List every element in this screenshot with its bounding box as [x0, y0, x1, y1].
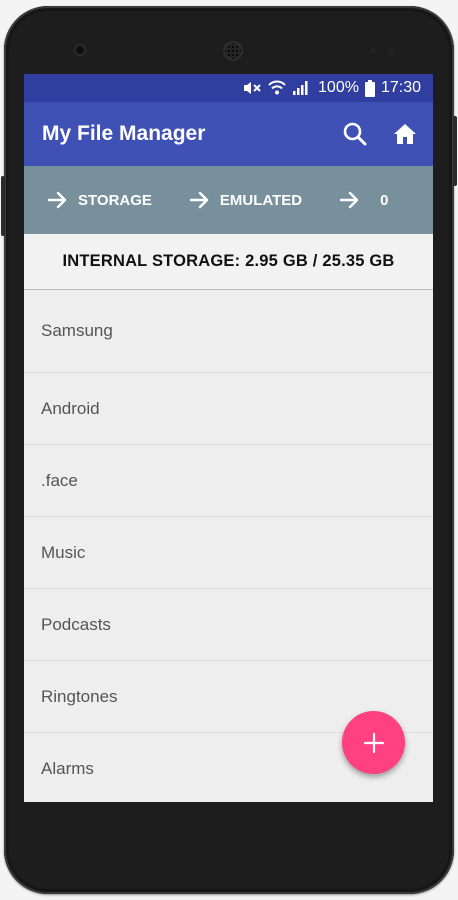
list-item[interactable]: Podcasts [24, 589, 433, 661]
plus-icon [363, 732, 384, 753]
power-button [1, 176, 5, 236]
search-button[interactable] [333, 112, 377, 156]
app-title: My File Manager [42, 122, 206, 145]
list-item[interactable]: Music [24, 517, 433, 589]
mute-icon [242, 80, 262, 96]
home-button[interactable] [383, 112, 427, 156]
breadcrumb-label: EMULATED [219, 191, 303, 209]
home-icon [394, 124, 416, 144]
search-icon [343, 122, 367, 146]
arrow-right-icon [340, 191, 359, 209]
list-item[interactable]: Android [24, 373, 433, 445]
clock: 17:30 [380, 79, 421, 96]
front-camera [74, 44, 86, 56]
breadcrumb-item-emulated[interactable]: EMULATED [189, 191, 303, 209]
wifi-icon [268, 80, 286, 96]
arrow-right-icon [48, 191, 67, 209]
battery-icon [364, 79, 375, 97]
volume-button [453, 116, 457, 186]
breadcrumb-label: STORAGE [78, 191, 152, 209]
add-button[interactable] [342, 711, 405, 774]
breadcrumb-item-0[interactable]: 0 [340, 191, 388, 209]
proximity-sensor [370, 48, 376, 54]
arrow-right-icon [189, 191, 209, 209]
breadcrumb-item-storage[interactable]: STORAGE [48, 191, 152, 209]
status-bar: 100% 17:30 [24, 74, 433, 102]
list-item[interactable]: Samsung [24, 290, 433, 373]
earpiece-speaker [223, 41, 243, 61]
app-bar: My File Manager [24, 102, 433, 166]
list-item[interactable]: .face [24, 445, 433, 517]
storage-info: INTERNAL STORAGE: 2.95 GB / 25.35 GB [24, 234, 433, 290]
breadcrumb-label: 0 [380, 191, 389, 209]
battery-percent: 100% [318, 79, 359, 96]
signal-icon [292, 80, 308, 96]
app-screen: 100% 17:30 My File Manager STORAGE EMULA… [24, 74, 433, 802]
breadcrumb: STORAGE EMULATED 0 [24, 166, 433, 234]
light-sensor [388, 48, 394, 54]
